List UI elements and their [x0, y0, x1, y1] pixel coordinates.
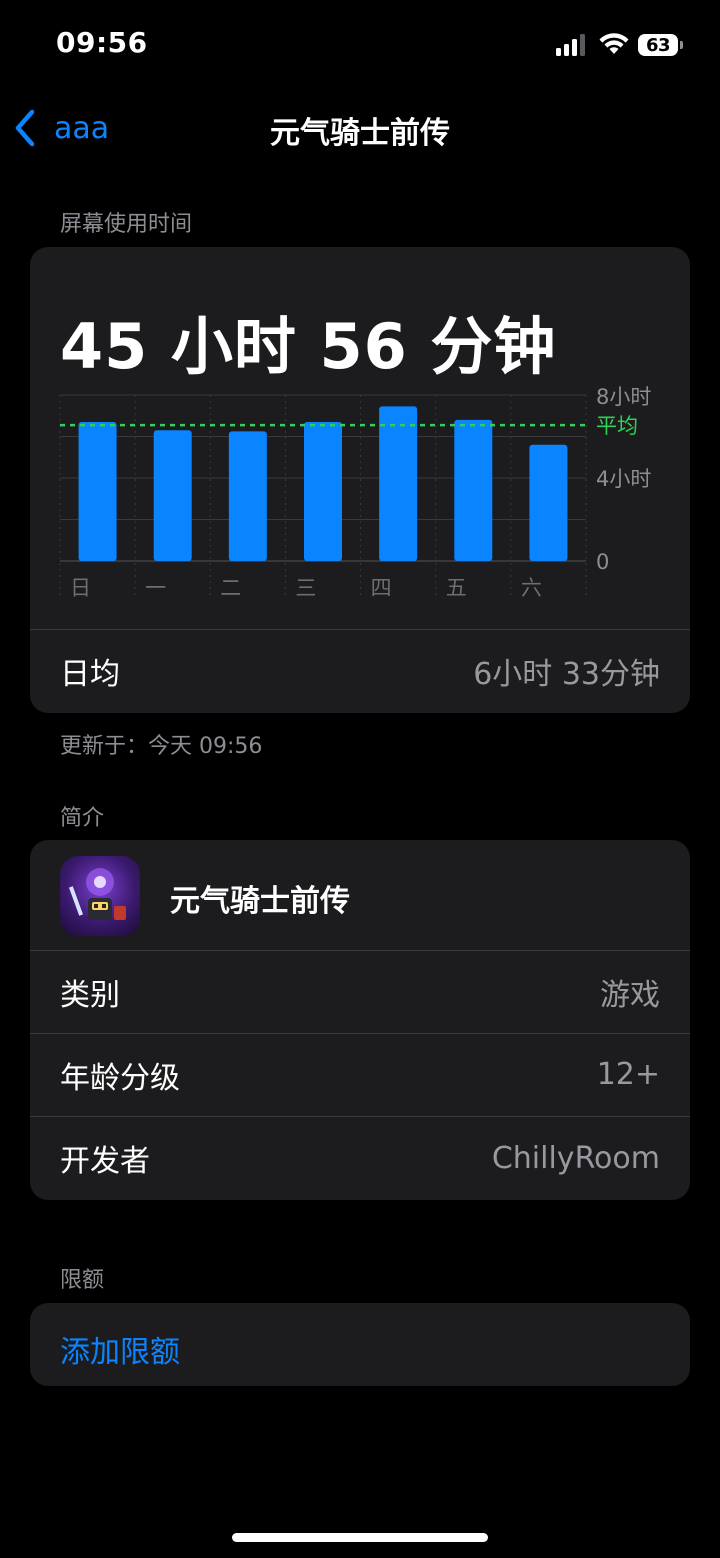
usage-bar-chart: 日 一 二 三 四 五 六 8小时 4小时 0 平均: [59, 385, 651, 600]
wifi-icon: [599, 33, 629, 54]
y-tick-label: 8小时: [596, 385, 651, 409]
intro-section-label: 简介: [60, 806, 105, 831]
battery-icon: 63: [638, 32, 684, 58]
x-tick-label: 五: [446, 576, 467, 600]
page-title: 元气骑士前传: [270, 116, 450, 151]
x-tick-label: 四: [371, 576, 392, 600]
category-value: 游戏: [600, 977, 660, 1013]
cellular-signal-icon: [556, 34, 590, 56]
developer-label: 开发者: [60, 1144, 150, 1179]
chart-bar: [153, 430, 192, 561]
chart-bar: [379, 406, 418, 561]
intro-card: 元气骑士前传 类别 游戏 年龄分级 12+ 开发者 ChillyRoom: [30, 840, 690, 1200]
daily-average-row: 日均 6小时 33分钟: [30, 629, 690, 713]
developer-row: 开发者 ChillyRoom: [30, 1116, 690, 1200]
total-screen-time: 45 小时 56 分钟: [60, 310, 557, 383]
screen-time-section-label: 屏幕使用时间: [60, 212, 193, 237]
chart-bar: [454, 419, 493, 561]
y-tick-label: 4小时: [596, 467, 651, 491]
age-rating-value: 12+: [596, 1057, 660, 1092]
x-tick-label: 六: [521, 576, 542, 600]
limits-card: 添加限额: [30, 1303, 690, 1386]
home-indicator: [232, 1533, 488, 1542]
limits-section-label: 限额: [60, 1268, 105, 1293]
battery-level: 63: [638, 34, 678, 56]
daily-average-value: 6小时 33分钟: [473, 657, 660, 692]
age-rating-row: 年龄分级 12+: [30, 1033, 690, 1116]
daily-average-label: 日均: [60, 657, 120, 692]
average-label: 平均: [596, 414, 638, 438]
developer-value: ChillyRoom: [491, 1140, 660, 1176]
category-label: 类别: [60, 977, 120, 1013]
divider: [30, 629, 690, 630]
category-row: 类别 游戏: [30, 950, 690, 1033]
chart-bar: [304, 421, 342, 561]
chart-bar: [78, 421, 117, 561]
add-limit-button[interactable]: 添加限额: [60, 1327, 180, 1371]
y-tick-label: 0: [596, 550, 609, 574]
x-tick-label: 一: [145, 576, 166, 600]
updated-timestamp: 更新于：今天 09:56: [60, 734, 263, 759]
x-tick-label: 日: [70, 576, 91, 600]
x-tick-label: 二: [220, 576, 241, 600]
age-rating-label: 年龄分级: [60, 1060, 180, 1096]
app-icon: [60, 856, 140, 936]
chart-bar: [529, 444, 568, 561]
app-name: 元气骑士前传: [170, 884, 350, 919]
status-time: 09:56: [56, 26, 148, 59]
chart-bar: [228, 431, 267, 561]
x-tick-label: 三: [295, 576, 316, 600]
